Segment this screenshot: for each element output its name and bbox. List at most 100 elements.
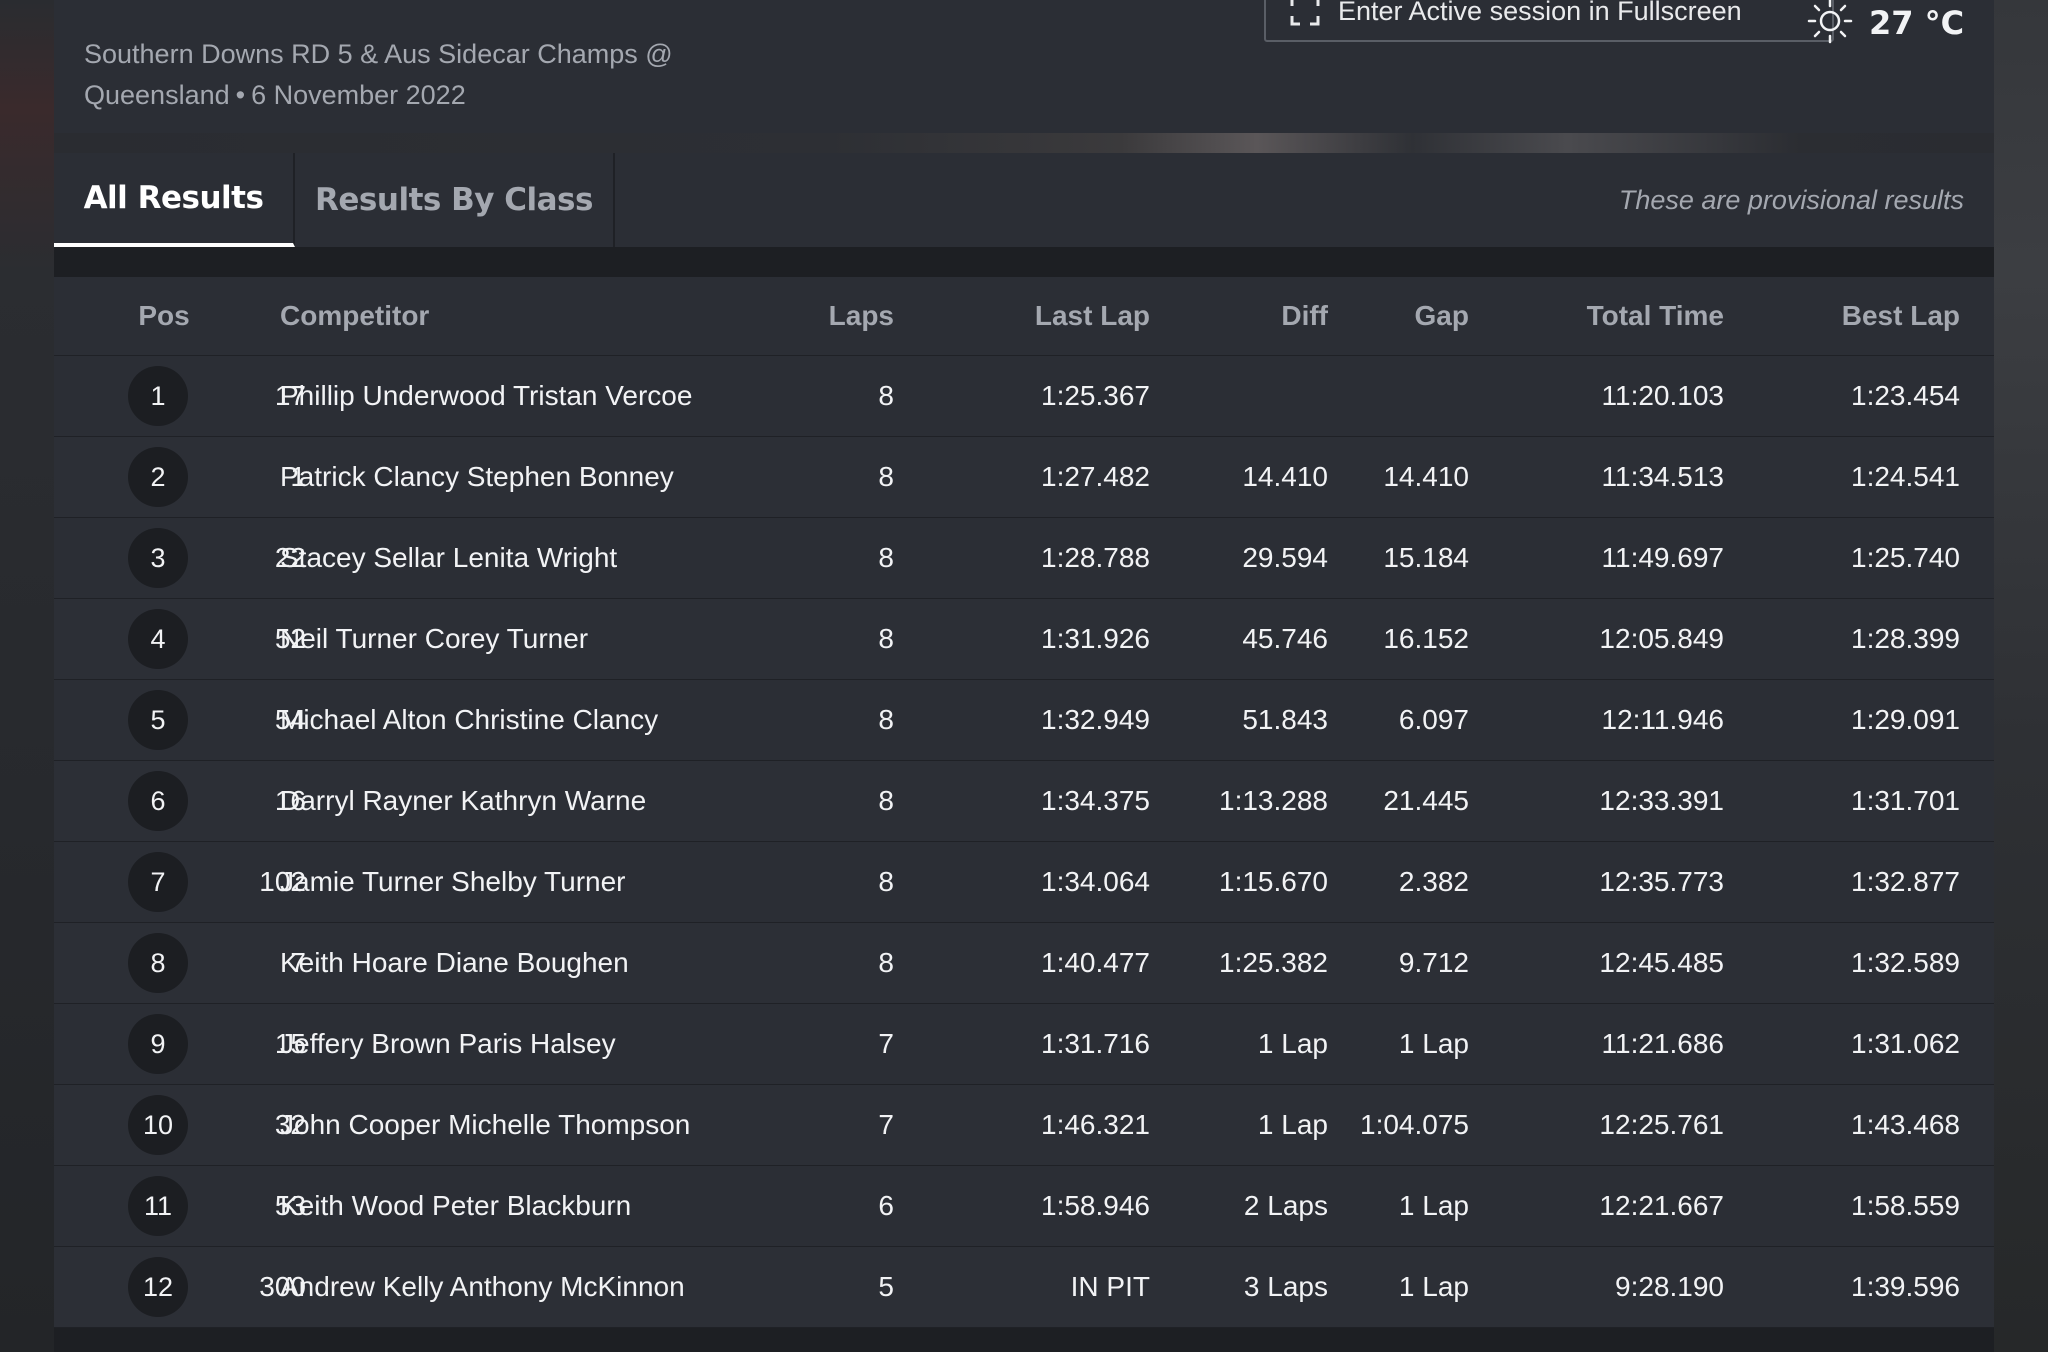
diff-value: 1:15.670 xyxy=(1219,866,1328,897)
position-badge: 10 xyxy=(128,1095,188,1155)
tab-all-results[interactable]: All Results xyxy=(54,153,295,247)
competitor-name: John Cooper Michelle Thompson xyxy=(280,1109,691,1140)
table-row[interactable]: 12 300 Andrew Kelly Anthony McKinnon 5 IN PI… xyxy=(54,1247,1994,1328)
session-header: Southern Downs RD 5 & Aus Sidecar Champs… xyxy=(54,0,1994,133)
competitor-name: Stacey Sellar Lenita Wright xyxy=(280,542,618,573)
position-badge: 4 xyxy=(128,609,188,669)
best-lap-value: 1:31.701 xyxy=(1851,785,1960,816)
competitor-name: Phillip Underwood Tristan Vercoe xyxy=(280,380,693,411)
laps-value: 7 xyxy=(878,1109,894,1140)
competitor-name: Darryl Rayner Kathryn Warne xyxy=(280,785,647,816)
best-lap-value: 1:29.091 xyxy=(1851,704,1960,735)
table-row[interactable]: 11 53 Keith Wood Peter Blackburn 6 1:58.946 2… xyxy=(54,1166,1994,1247)
position-badge: 8 xyxy=(128,933,188,993)
table-row[interactable]: 10 32 John Cooper Michelle Thompson 7 1:46.3… xyxy=(54,1085,1994,1166)
gap-value: 16.152 xyxy=(1383,623,1469,654)
competitor-name: Jeffery Brown Paris Halsey xyxy=(280,1028,616,1059)
provisional-note: These are provisional results xyxy=(1618,184,1964,215)
background-left-edge xyxy=(0,0,54,1352)
last-lap-value: 1:40.477 xyxy=(1041,947,1150,978)
tab-results-by-class[interactable]: Results By Class xyxy=(295,153,615,247)
best-lap-value: 1:31.062 xyxy=(1851,1028,1960,1059)
best-lap-value: 1:32.877 xyxy=(1851,866,1960,897)
total-time-value: 11:49.697 xyxy=(1601,542,1725,573)
table-header-row: Pos Competitor Laps Last Lap Diff Gap To… xyxy=(54,277,1994,356)
col-header-pos: Pos xyxy=(138,300,190,331)
table-row[interactable]: 8 7 Keith Hoare Diane Boughen 8 1:40.477 1:25… xyxy=(54,923,1994,1004)
gap-value: 1 Lap xyxy=(1398,1271,1469,1302)
position-badge: 3 xyxy=(128,528,188,588)
best-lap-value: 1:32.589 xyxy=(1851,947,1960,978)
laps-value: 8 xyxy=(878,461,894,492)
gap-value: 9.712 xyxy=(1398,947,1469,978)
laps-value: 8 xyxy=(878,704,894,735)
fullscreen-button-label: Enter Active session in Fullscreen xyxy=(1338,0,1742,26)
position-badge: 2 xyxy=(128,447,188,507)
competitor-name: Jamie Turner Shelby Turner xyxy=(280,866,626,897)
competitor-name: Keith Hoare Diane Boughen xyxy=(280,947,629,978)
position-badge: 9 xyxy=(128,1014,188,1074)
last-lap-value: 1:25.367 xyxy=(1041,380,1150,411)
position-badge: 12 xyxy=(128,1257,188,1317)
col-header-competitor: Competitor xyxy=(280,300,430,331)
laps-value: 7 xyxy=(878,1028,894,1059)
col-header-last-lap: Last Lap xyxy=(1034,300,1150,331)
table-row[interactable]: 3 22 Stacey Sellar Lenita Wright 8 1:28.788 2… xyxy=(54,518,1994,599)
separator-dot: • xyxy=(235,80,246,110)
gap-value: 14.410 xyxy=(1383,461,1469,492)
table-row[interactable]: 1 17 Phillip Underwood Tristan Vercoe 8 1:25… xyxy=(54,356,1994,437)
gap-value xyxy=(1334,356,1469,436)
laps-value: 5 xyxy=(878,1271,894,1302)
last-lap-value: 1:58.946 xyxy=(1041,1190,1150,1221)
laps-value: 8 xyxy=(878,785,894,816)
fullscreen-icon xyxy=(1290,0,1320,26)
table-row[interactable]: 7 102 Jamie Turner Shelby Turner 8 1:34.064 1… xyxy=(54,842,1994,923)
last-lap-value: 1:32.949 xyxy=(1041,704,1150,735)
competitor-name: Michael Alton Christine Clancy xyxy=(280,704,659,735)
laps-value: 8 xyxy=(878,542,894,573)
competitor-name: Patrick Clancy Stephen Bonney xyxy=(280,461,674,492)
last-lap-value: IN PIT xyxy=(1070,1271,1150,1302)
last-lap-value: 1:31.716 xyxy=(1041,1028,1150,1059)
table-row[interactable]: 9 15 Jeffery Brown Paris Halsey 7 1:31.716 1 … xyxy=(54,1004,1994,1085)
divider-band xyxy=(54,247,1994,277)
total-time-value: 9:28.190 xyxy=(1615,1271,1724,1302)
total-time-value: 12:21.667 xyxy=(1599,1190,1724,1221)
gap-value: 21.445 xyxy=(1383,785,1469,816)
total-time-value: 12:25.761 xyxy=(1599,1109,1724,1140)
competitor-name: Andrew Kelly Anthony McKinnon xyxy=(280,1271,685,1302)
table-row[interactable]: 4 52 Neil Turner Corey Turner 8 1:31.926 45.7… xyxy=(54,599,1994,680)
temperature: 27 °C xyxy=(1869,4,1965,42)
position-badge: 7 xyxy=(128,852,188,912)
table-row[interactable]: 2 1 Patrick Clancy Stephen Bonney 8 1:27.482… xyxy=(54,437,1994,518)
gap-value: 2.382 xyxy=(1398,866,1469,897)
header-photo-strip xyxy=(54,133,1994,153)
total-time-value: 11:20.103 xyxy=(1601,380,1725,411)
table-row[interactable]: 6 16 Darryl Rayner Kathryn Warne 8 1:34.375 1… xyxy=(54,761,1994,842)
col-header-diff: Diff xyxy=(1281,300,1328,331)
best-lap-value: 1:58.559 xyxy=(1851,1190,1960,1221)
laps-value: 8 xyxy=(878,866,894,897)
total-time-value: 12:35.773 xyxy=(1599,866,1724,897)
best-lap-value: 1:25.740 xyxy=(1851,542,1960,573)
diff-value: 3 Laps xyxy=(1243,1271,1328,1302)
best-lap-value: 1:24.541 xyxy=(1851,461,1960,492)
gap-value: 1:04.075 xyxy=(1360,1109,1469,1140)
gap-value: 6.097 xyxy=(1398,704,1469,735)
last-lap-value: 1:34.064 xyxy=(1041,866,1150,897)
last-lap-value: 1:27.482 xyxy=(1041,461,1150,492)
laps-value: 8 xyxy=(878,947,894,978)
results-panel: Southern Downs RD 5 & Aus Sidecar Champs… xyxy=(54,0,1994,1352)
last-lap-value: 1:46.321 xyxy=(1041,1109,1150,1140)
best-lap-value: 1:43.468 xyxy=(1851,1109,1960,1140)
diff-value: 14.410 xyxy=(1242,461,1328,492)
total-time-value: 12:05.849 xyxy=(1599,623,1724,654)
diff-value: 1 Lap xyxy=(1257,1109,1328,1140)
event-subtitle: Southern Downs RD 5 & Aus Sidecar Champs… xyxy=(84,34,764,116)
last-lap-value: 1:28.788 xyxy=(1041,542,1150,573)
gap-value: 1 Lap xyxy=(1398,1190,1469,1221)
competitor-name: Neil Turner Corey Turner xyxy=(280,623,589,654)
table-row[interactable]: 5 54 Michael Alton Christine Clancy 8 1:32.9… xyxy=(54,680,1994,761)
gap-value: 15.184 xyxy=(1383,542,1469,573)
fullscreen-button[interactable]: Enter Active session in Fullscreen xyxy=(1264,0,1834,42)
